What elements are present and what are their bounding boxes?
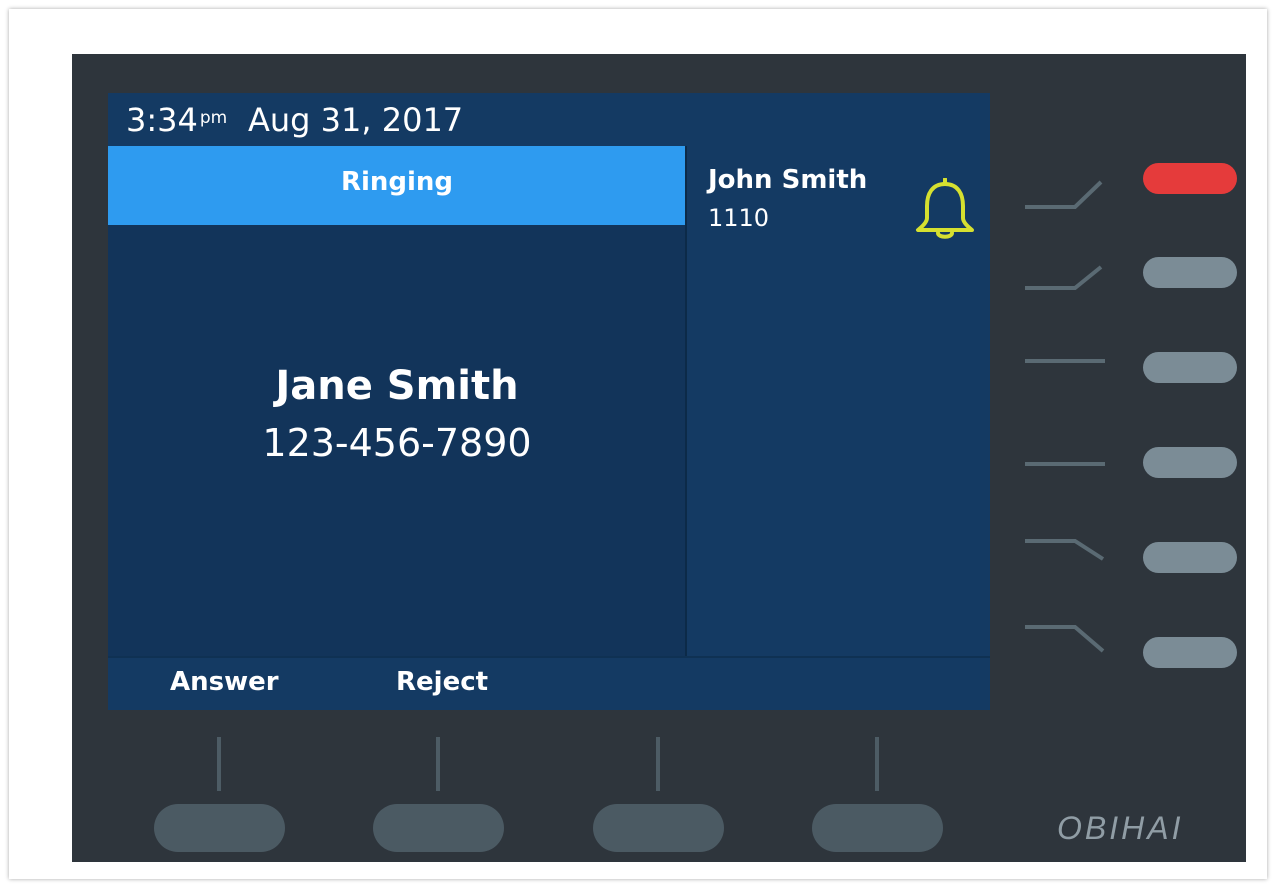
softkey-button-3[interactable] bbox=[593, 804, 724, 852]
softkey-bar: Answer Reject bbox=[108, 656, 990, 710]
line-extension: 1110 bbox=[708, 204, 770, 232]
phone-device: 3:34 pm Aug 31, 2017 Ringing Jane Smith 1… bbox=[72, 54, 1246, 862]
phone-screen: 3:34 pm Aug 31, 2017 Ringing Jane Smith 1… bbox=[108, 93, 990, 710]
softkey-button-4[interactable] bbox=[812, 804, 943, 852]
line-key-connector bbox=[1025, 539, 1105, 561]
line-key-5[interactable] bbox=[1143, 542, 1237, 573]
line-key-connector bbox=[1025, 265, 1103, 290]
line-key-3[interactable] bbox=[1143, 352, 1237, 383]
clock: 3:34 pm bbox=[126, 101, 227, 139]
softkey-stem bbox=[656, 737, 660, 791]
line-key-1[interactable] bbox=[1143, 163, 1237, 194]
caller-number: 123-456-7890 bbox=[262, 421, 532, 465]
clock-ampm: pm bbox=[199, 108, 228, 128]
line-key-2[interactable] bbox=[1143, 257, 1237, 288]
line-name: John Smith bbox=[708, 165, 868, 195]
date: Aug 31, 2017 bbox=[248, 101, 464, 139]
bell-icon bbox=[916, 178, 974, 239]
softkey-stem bbox=[217, 737, 221, 791]
line-key-6[interactable] bbox=[1143, 637, 1237, 668]
softkey-button-1[interactable] bbox=[154, 804, 285, 852]
softkey-answer[interactable]: Answer bbox=[170, 664, 279, 700]
call-state-header: Ringing bbox=[108, 146, 686, 225]
softkey-stem bbox=[875, 737, 879, 791]
status-bar: 3:34 pm Aug 31, 2017 bbox=[108, 93, 990, 146]
softkey-button-2[interactable] bbox=[373, 804, 504, 852]
line-key-connector bbox=[1025, 625, 1105, 653]
line-panel: John Smith 1110 bbox=[687, 146, 990, 656]
brand-logo: OBIHAI bbox=[1057, 810, 1184, 846]
call-panel: Ringing Jane Smith 123-456-7890 bbox=[108, 146, 686, 656]
image-frame: 3:34 pm Aug 31, 2017 Ringing Jane Smith 1… bbox=[9, 9, 1267, 879]
line-key-connector bbox=[1025, 359, 1105, 363]
line-key-4[interactable] bbox=[1143, 447, 1237, 478]
clock-time: 3:34 bbox=[126, 101, 198, 139]
caller-name: Jane Smith bbox=[275, 363, 519, 409]
line-key-connector bbox=[1025, 462, 1105, 466]
softkey-reject[interactable]: Reject bbox=[396, 664, 488, 700]
softkey-stem bbox=[436, 737, 440, 791]
line-key-connector bbox=[1025, 180, 1103, 209]
